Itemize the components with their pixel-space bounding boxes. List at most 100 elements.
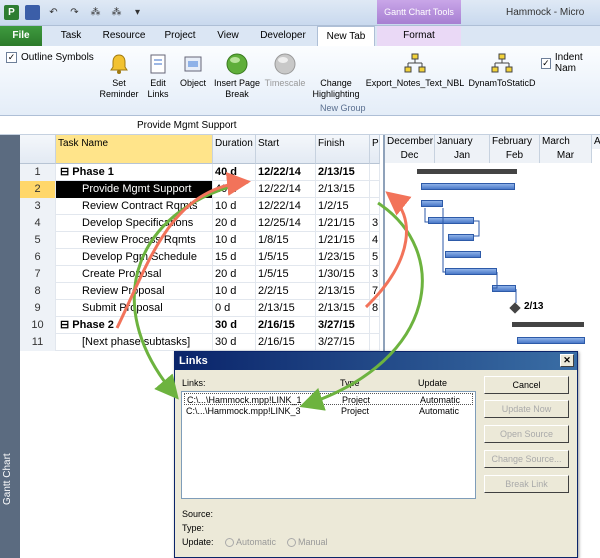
cell-id[interactable]: 2 [20, 181, 56, 198]
redo-icon[interactable]: ↷ [67, 5, 82, 20]
cell-name[interactable]: Provide Mgmt Support [56, 181, 213, 198]
outline-symbols-option[interactable]: ✓ Outline Symbols [6, 52, 94, 63]
cell-start[interactable]: 12/22/14 [256, 181, 316, 198]
cell-name[interactable]: ⊟ Phase 1 [56, 164, 213, 181]
cell-id[interactable]: 7 [20, 266, 56, 283]
cell-name[interactable]: Review Contract Rqmts [56, 198, 213, 215]
collapse-icon[interactable]: ⊟ [60, 319, 72, 331]
table-row[interactable]: 6 Develop Pgm Schedule 15 d 1/5/15 1/23/15 5 [20, 249, 380, 266]
links-dialog-title-bar[interactable]: Links ✕ [175, 352, 577, 370]
table-row[interactable]: 7 Create Proposal 20 d 1/5/15 1/30/15 3 [20, 266, 380, 283]
header-id[interactable] [20, 135, 56, 164]
cell-start[interactable]: 1/5/15 [256, 249, 316, 266]
indent-name-option[interactable]: ✓ Indent Nam [541, 52, 600, 74]
cell-finish[interactable]: 2/13/15 [316, 181, 370, 198]
header-duration[interactable]: Duration [213, 135, 256, 164]
cell-finish[interactable]: 3/27/15 [316, 334, 370, 351]
entry-bar[interactable]: Provide Mgmt Support [0, 117, 600, 135]
object-button[interactable]: Object [176, 52, 210, 89]
cell-start[interactable]: 12/22/14 [256, 198, 316, 215]
change-highlighting-button[interactable]: Change Highlighting [308, 78, 364, 100]
table-row[interactable]: 9 Submit Proposal 0 d 2/13/15 2/13/15 8 [20, 300, 380, 317]
entry-bar-value[interactable]: Provide Mgmt Support [137, 120, 237, 131]
cell-pred[interactable] [370, 164, 380, 181]
table-row[interactable]: 3 Review Contract Rqmts 10 d 12/22/14 1/2/15 [20, 198, 380, 215]
automatic-radio[interactable]: Automatic [225, 537, 276, 548]
cell-start[interactable]: 2/2/15 [256, 283, 316, 300]
cell-name[interactable]: Review Proposal [56, 283, 213, 300]
link-row[interactable]: C:\...\Hammock.mpp!LINK_1 Project Automa… [184, 393, 473, 405]
header-predecessors[interactable]: P [370, 135, 380, 164]
cell-finish[interactable]: 2/13/15 [316, 283, 370, 300]
cell-pred[interactable] [370, 198, 380, 215]
cell-duration[interactable]: 15 d [213, 249, 256, 266]
cell-finish[interactable]: 1/21/15 [316, 215, 370, 232]
insert-page-break-button[interactable]: Insert Page Break [212, 52, 262, 100]
cell-duration[interactable]: 30 d [213, 317, 256, 334]
outline-symbols-checkbox[interactable]: ✓ [6, 52, 17, 63]
cell-name[interactable]: Develop Pgm Schedule [56, 249, 213, 266]
cell-id[interactable]: 6 [20, 249, 56, 266]
cell-duration[interactable]: 20 d [213, 215, 256, 232]
cell-pred[interactable] [370, 317, 380, 334]
header-start[interactable]: Start [256, 135, 316, 164]
table-row[interactable]: 2 Provide Mgmt Support 40 d 12/22/14 2/13/15 [20, 181, 380, 198]
cell-id[interactable]: 10 [20, 317, 56, 334]
cancel-button[interactable]: Cancel [484, 376, 569, 394]
cell-finish[interactable]: 2/13/15 [316, 164, 370, 181]
cell-pred[interactable] [370, 181, 380, 198]
network-icon[interactable]: ⁂ [88, 5, 103, 20]
project-app-icon[interactable]: P [4, 5, 19, 20]
cell-pred[interactable]: 4 [370, 232, 380, 249]
timescale-button[interactable]: Timescale [263, 52, 307, 89]
tab-task[interactable]: Task [50, 26, 92, 46]
cell-duration[interactable]: 20 d [213, 266, 256, 283]
cell-pred[interactable]: 3 [370, 215, 380, 232]
cell-start[interactable]: 2/16/15 [256, 334, 316, 351]
cell-pred[interactable]: 3 [370, 266, 380, 283]
manual-radio[interactable]: Manual [287, 537, 328, 548]
cell-duration[interactable]: 40 d [213, 164, 256, 181]
cell-duration[interactable]: 30 d [213, 334, 256, 351]
cell-duration[interactable]: 10 d [213, 283, 256, 300]
link-row[interactable]: C:\...\Hammock.mpp!LINK_3 Project Automa… [184, 405, 473, 417]
tab-project[interactable]: Project [156, 26, 204, 46]
cell-id[interactable]: 1 [20, 164, 56, 181]
cell-duration[interactable]: 10 d [213, 198, 256, 215]
cell-id[interactable]: 9 [20, 300, 56, 317]
cell-start[interactable]: 12/22/14 [256, 164, 316, 181]
cell-start[interactable]: 1/8/15 [256, 232, 316, 249]
set-reminder-button[interactable]: Set Reminder [97, 52, 141, 100]
cell-finish[interactable]: 1/21/15 [316, 232, 370, 249]
cell-id[interactable]: 4 [20, 215, 56, 232]
view-bar[interactable]: Gantt Chart [0, 135, 20, 558]
cell-duration[interactable]: 0 d [213, 300, 256, 317]
cell-name[interactable]: [Next phase subtasks] [56, 334, 213, 351]
indent-name-checkbox[interactable]: ✓ [541, 57, 551, 69]
manual-radio-button[interactable] [287, 538, 296, 548]
cell-pred[interactable]: 7 [370, 283, 380, 300]
cell-id[interactable]: 8 [20, 283, 56, 300]
table-row[interactable]: 5 Review Process Rqmts 10 d 1/8/15 1/21/15 4 [20, 232, 380, 249]
table-row[interactable]: 11 [Next phase subtasks] 30 d 2/16/15 3/27/1… [20, 334, 380, 351]
customize-qat-icon[interactable]: ▾ [130, 5, 145, 20]
tab-view[interactable]: View [208, 26, 248, 46]
cell-start[interactable]: 1/5/15 [256, 266, 316, 283]
table-row[interactable]: 1 ⊟ Phase 1 40 d 12/22/14 2/13/15 [20, 164, 380, 181]
cell-finish[interactable]: 1/2/15 [316, 198, 370, 215]
cell-finish[interactable]: 1/30/15 [316, 266, 370, 283]
tab-file[interactable]: File [0, 26, 42, 46]
cell-duration[interactable]: 40 d [213, 181, 256, 198]
cell-name[interactable]: Create Proposal [56, 266, 213, 283]
header-task-name[interactable]: Task Name [56, 135, 213, 164]
break-link-button[interactable]: Break Link [484, 475, 569, 493]
tab-format[interactable]: Format [377, 26, 461, 46]
export-notes-button[interactable]: Export_Notes_Text_NBL [365, 52, 465, 89]
collapse-icon[interactable]: ⊟ [60, 166, 72, 178]
table-row[interactable]: 10 ⊟ Phase 2 30 d 2/16/15 3/27/15 [20, 317, 380, 334]
cell-name[interactable]: Submit Proposal [56, 300, 213, 317]
network-icon-2[interactable]: ⁂ [109, 5, 124, 20]
cell-pred[interactable]: 5 [370, 249, 380, 266]
cell-id[interactable]: 11 [20, 334, 56, 351]
cell-name[interactable]: Review Process Rqmts [56, 232, 213, 249]
